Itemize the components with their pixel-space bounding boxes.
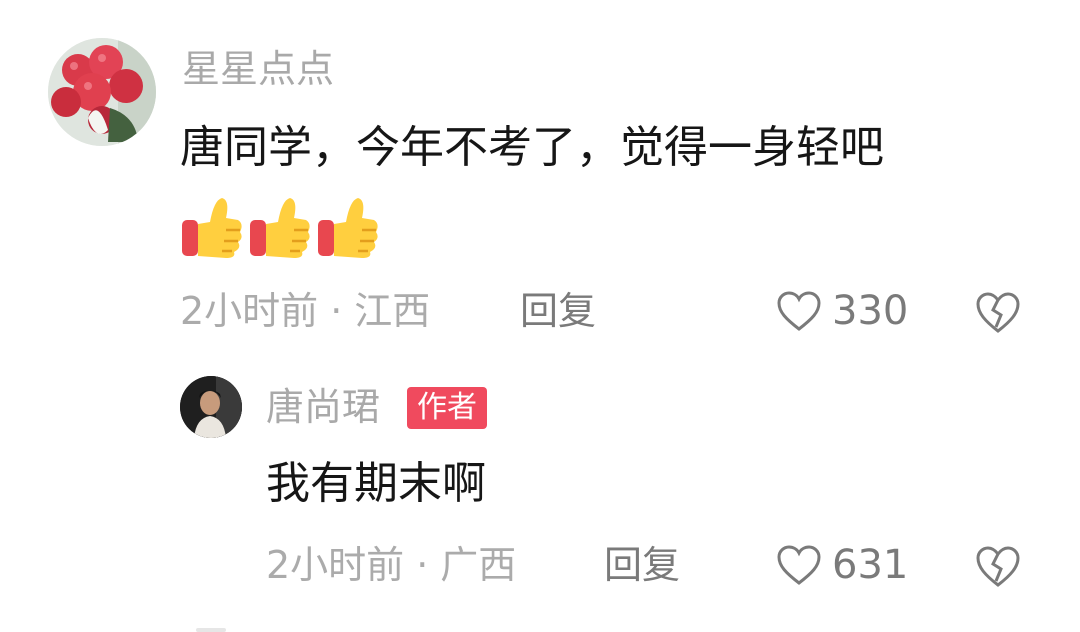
comment-content[interactable]: 唐同学，今年不考了，觉得一身轻吧 xyxy=(180,126,884,170)
meta-separator: · xyxy=(416,543,429,587)
reply-time: 2小时前 xyxy=(266,543,405,587)
comment-section: 星星点点 唐同学，今年不考了，觉得一身轻吧 2小时前 · 江西 回复 330 唐… xyxy=(0,0,1080,632)
avatar[interactable] xyxy=(48,38,156,146)
meta-separator: · xyxy=(330,289,343,333)
reply-like-count: 631 xyxy=(832,542,909,588)
emoji-row xyxy=(180,194,380,262)
reply-location: 广西 xyxy=(440,543,517,587)
thumbs-up-emoji-icon xyxy=(250,198,310,258)
heart-icon xyxy=(777,291,821,331)
thumbs-up-emoji-icon xyxy=(318,198,378,258)
thumbs-up-emoji-icon xyxy=(182,198,242,258)
like-count: 330 xyxy=(832,288,909,334)
author-badge: 作者 xyxy=(407,387,487,429)
comment-meta: 2小时前 · 江西 xyxy=(180,292,430,330)
broken-heart-icon[interactable] xyxy=(974,544,1022,588)
avatar-bayberry-image xyxy=(48,38,156,146)
next-avatar-edge xyxy=(196,628,226,632)
comment-username[interactable]: 星星点点 xyxy=(182,50,334,88)
broken-heart-icon[interactable] xyxy=(974,290,1022,334)
author-avatar[interactable] xyxy=(180,376,242,438)
like-button[interactable]: 330 xyxy=(776,290,908,332)
heart-icon xyxy=(777,545,821,585)
author-avatar-image xyxy=(180,376,242,438)
reply-reply-button[interactable]: 回复 xyxy=(604,546,680,584)
comment-time: 2小时前 xyxy=(180,289,319,333)
reply-meta: 2小时前 · 广西 xyxy=(266,546,516,584)
comment-location: 江西 xyxy=(354,289,431,333)
reply-button[interactable]: 回复 xyxy=(520,292,596,330)
reply-like-button[interactable]: 631 xyxy=(776,544,908,586)
reply-username[interactable]: 唐尚珺 xyxy=(266,388,380,426)
reply-content[interactable]: 我有期末啊 xyxy=(266,462,486,506)
